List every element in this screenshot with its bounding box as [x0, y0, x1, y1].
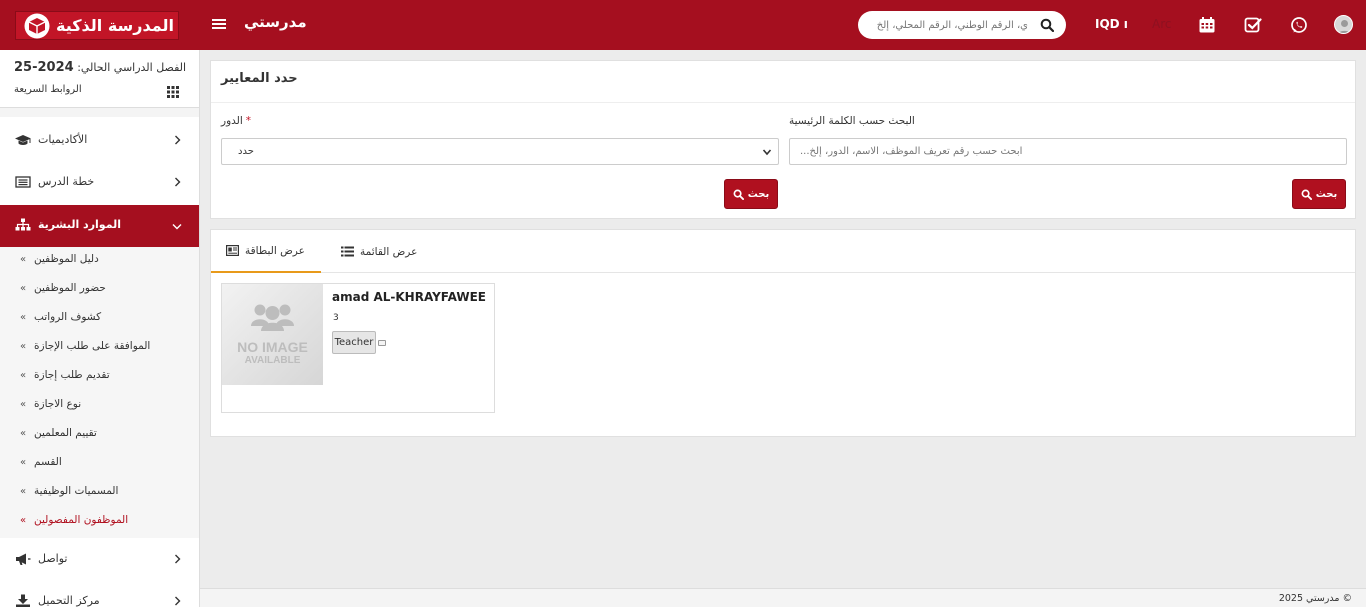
- checkbox-icon[interactable]: [378, 340, 386, 346]
- language-selector[interactable]: Arc: [1152, 17, 1171, 31]
- top-bar: المدرسة الذكية مدرستي IQD ı Arc: [0, 0, 1366, 50]
- sidebar-item-download-center[interactable]: مركز التحميل: [0, 581, 199, 607]
- submenu-item-payroll[interactable]: «كشوف الرواتب: [20, 309, 195, 329]
- sidebar-item-label: خطة الدرس: [38, 175, 95, 188]
- no-image-subtext: AVAILABLE: [244, 355, 301, 366]
- panel-title: حدد المعايير: [221, 71, 298, 86]
- global-search: [858, 11, 1066, 39]
- hr-submenu: «دليل الموظفين «حضور الموظفين «كشوف الرو…: [0, 247, 199, 538]
- bullhorn-icon: [16, 553, 31, 565]
- staff-name[interactable]: amad AL-KHRAYFAWEE: [332, 290, 486, 304]
- divider: [211, 102, 1355, 103]
- sidebar-item-communicate[interactable]: تواصل: [0, 539, 199, 581]
- submenu-item-teacher-rating[interactable]: «تقييم المعلمين: [20, 425, 195, 445]
- users-icon: [251, 304, 294, 331]
- submenu-item-designations[interactable]: «المسميات الوظيفية: [20, 483, 195, 503]
- sidebar-item-lesson-plan[interactable]: خطة الدرس: [0, 162, 199, 204]
- calendar-icon[interactable]: [1198, 16, 1216, 34]
- submenu-item-disabled-staff[interactable]: «الموظفون المفصولين: [20, 512, 195, 532]
- chevron-right-icon: [175, 177, 181, 187]
- role-select[interactable]: حدد: [221, 138, 779, 165]
- double-chevron-icon: «: [20, 399, 27, 410]
- whatsapp-icon[interactable]: [1290, 16, 1308, 34]
- semester-value: 2024-25: [14, 60, 74, 75]
- chevron-down-icon: [762, 149, 772, 156]
- currency-selector[interactable]: IQD ı: [1095, 17, 1128, 31]
- role-search-button[interactable]: بحث: [724, 179, 778, 209]
- chevron-down-icon: [172, 224, 182, 230]
- copyright-text: مدرستي 2025 ©: [1278, 593, 1352, 604]
- task-check-icon[interactable]: [1244, 16, 1262, 34]
- graduation-cap-icon: [15, 135, 31, 145]
- results-panel: عرض البطاقة عرض القائمة NO IMAGE AVAILAB…: [210, 229, 1356, 437]
- double-chevron-icon: «: [20, 370, 27, 381]
- submenu-item-apply-leave[interactable]: «تقديم طلب إجازة: [20, 367, 195, 387]
- logo-text: المدرسة الذكية: [56, 16, 174, 35]
- list-icon: [341, 246, 354, 257]
- footer: مدرستي 2025 ©: [200, 588, 1366, 607]
- no-image-text: NO IMAGE: [237, 339, 308, 355]
- sidebar-item-label: الأكاديميات: [38, 133, 88, 146]
- cube-logo-icon: [24, 13, 50, 38]
- chevron-right-icon: [175, 554, 181, 564]
- criteria-panel: حدد المعايير الدور * حدد بحث البحث حسب ال…: [210, 60, 1356, 219]
- double-chevron-icon: «: [20, 428, 27, 439]
- sidebar-item-label: الموارد البشرية: [38, 218, 121, 231]
- double-chevron-icon: «: [20, 341, 27, 352]
- double-chevron-icon: «: [20, 254, 27, 265]
- role-badge: Teacher: [332, 331, 376, 354]
- keyword-label: البحث حسب الكلمة الرئيسية: [789, 115, 915, 127]
- submenu-item-staff-attendance[interactable]: «حضور الموظفين: [20, 280, 195, 300]
- double-chevron-icon: «: [20, 486, 27, 497]
- grid-icon[interactable]: [167, 86, 179, 98]
- staff-card[interactable]: NO IMAGE AVAILABLE amad AL-KHRAYFAWEE 3 …: [221, 283, 495, 413]
- user-avatar[interactable]: [1334, 15, 1353, 34]
- double-chevron-icon: «: [20, 515, 27, 526]
- sidebar-item-label: مركز التحميل: [38, 594, 100, 607]
- search-input[interactable]: [868, 16, 1028, 34]
- submenu-item-leave-approval[interactable]: «الموافقة على طلب الإجازة: [20, 338, 195, 358]
- submenu-item-department[interactable]: «القسم: [20, 454, 195, 474]
- id-card-icon: [226, 245, 239, 256]
- sidebar-item-human-resources[interactable]: الموارد البشرية: [0, 205, 199, 247]
- user-icon: [1338, 20, 1351, 33]
- double-chevron-icon: «: [20, 283, 27, 294]
- chevron-right-icon: [175, 135, 181, 145]
- no-image-placeholder: NO IMAGE AVAILABLE: [222, 284, 323, 385]
- search-icon[interactable]: [1040, 18, 1054, 32]
- sidebar-item-academics[interactable]: الأكاديميات: [0, 120, 199, 162]
- double-chevron-icon: «: [20, 312, 27, 323]
- submenu-item-staff-directory[interactable]: «دليل الموظفين: [20, 251, 195, 271]
- sidebar-divider: [0, 107, 199, 117]
- menu-toggle-icon[interactable]: [212, 17, 226, 31]
- role-select-value: حدد: [238, 146, 254, 157]
- required-asterisk: *: [245, 115, 252, 127]
- keyword-search-button[interactable]: بحث: [1292, 179, 1346, 209]
- download-icon: [16, 594, 30, 607]
- sidebar-item-label: تواصل: [38, 552, 68, 565]
- view-tabs: عرض البطاقة عرض القائمة: [211, 230, 1355, 273]
- search-icon: [1301, 189, 1312, 200]
- current-semester: الفصل الدراسي الحالي: 2024-25: [14, 60, 187, 75]
- quick-links[interactable]: الروابط السريعة: [14, 84, 184, 95]
- sitemap-icon: [15, 218, 31, 231]
- app-title: مدرستي: [244, 13, 307, 31]
- staff-id: 3: [333, 313, 339, 323]
- keyword-search-input[interactable]: [789, 138, 1347, 165]
- role-label: الدور *: [221, 115, 252, 127]
- submenu-item-leave-type[interactable]: «نوع الاجازة: [20, 396, 195, 416]
- search-icon: [733, 189, 744, 200]
- logo[interactable]: المدرسة الذكية: [15, 11, 179, 40]
- tab-list-view[interactable]: عرض القائمة: [341, 230, 417, 273]
- tab-card-view[interactable]: عرض البطاقة: [211, 230, 321, 273]
- list-icon: [15, 176, 31, 188]
- chevron-right-icon: [175, 596, 181, 606]
- double-chevron-icon: «: [20, 457, 27, 468]
- sidebar: الفصل الدراسي الحالي: 2024-25 الروابط ال…: [0, 50, 200, 607]
